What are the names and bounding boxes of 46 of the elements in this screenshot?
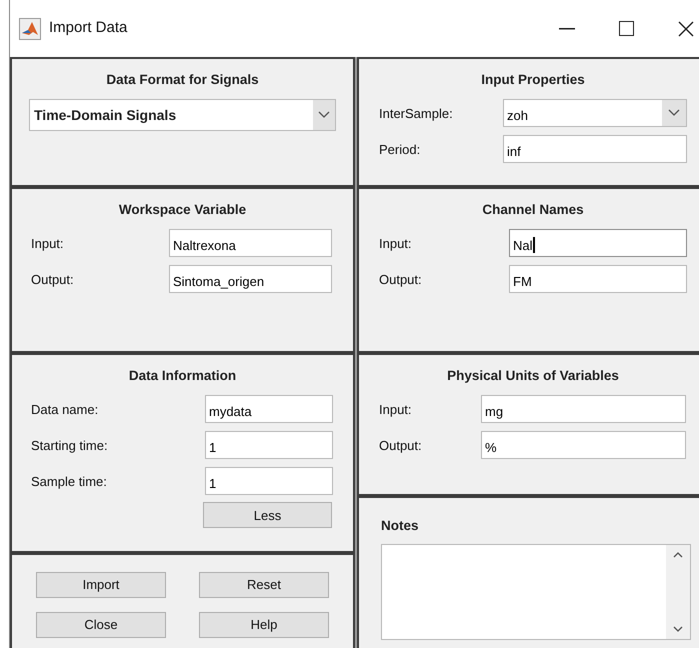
panel-title: Input Properties [480, 71, 586, 89]
window-title: Import Data [49, 18, 128, 38]
panel-title: Data Information [128, 367, 238, 385]
push-button[interactable]: Help [199, 612, 329, 638]
text-field[interactable]: Nal [509, 229, 687, 258]
text-field[interactable]: Sintoma_origen [169, 265, 332, 294]
less-button[interactable]: Less [203, 502, 332, 528]
push-button[interactable]: Reset [199, 572, 329, 598]
scroll-up-icon[interactable] [673, 551, 683, 558]
panel-title: Data Format for Signals [105, 71, 260, 89]
push-button[interactable]: Close [36, 612, 166, 638]
scroll-down-icon[interactable] [673, 626, 683, 634]
panel-title: Physical Units of Variables [446, 367, 620, 385]
chevron-down-icon [318, 111, 330, 120]
text-field[interactable]: Naltrexona [169, 229, 332, 258]
field-label: Data name: [31, 400, 100, 418]
app-logo-icon [19, 18, 41, 40]
text-field[interactable]: mg [481, 395, 686, 424]
panel-title: Workspace Variable [118, 201, 248, 219]
field-label: Input: [379, 234, 413, 253]
chevron-down-icon [668, 109, 680, 118]
dropdown[interactable]: zoh [503, 99, 687, 128]
field-label: Starting time: [31, 436, 109, 455]
text-field[interactable]: inf [503, 135, 687, 164]
panel-title: Channel Names [481, 201, 585, 219]
close-icon[interactable] [678, 20, 694, 36]
text-field[interactable]: 1 [205, 431, 333, 460]
field-label: Sample time: [31, 472, 108, 491]
text-field[interactable]: 1 [205, 467, 333, 496]
field-label: InterSample: [379, 104, 454, 123]
text-field[interactable]: FM [509, 265, 687, 294]
maximize-icon[interactable] [619, 21, 634, 36]
text-field[interactable]: mydata [205, 395, 333, 424]
field-label: Period: [379, 140, 422, 158]
text-field[interactable]: % [481, 431, 686, 460]
panel-title: Notes [381, 517, 420, 535]
field-label: Input: [379, 400, 413, 419]
field-label: Output: [379, 436, 423, 455]
dropdown[interactable]: Time-Domain Signals [29, 99, 336, 132]
field-label: Output: [31, 270, 75, 289]
minimize-icon[interactable] [559, 28, 575, 30]
notes-field[interactable] [381, 544, 691, 640]
field-label: Input: [31, 234, 65, 253]
field-label: Output: [379, 270, 423, 289]
push-button[interactable]: Import [36, 572, 166, 598]
scrollbar[interactable] [666, 545, 690, 640]
